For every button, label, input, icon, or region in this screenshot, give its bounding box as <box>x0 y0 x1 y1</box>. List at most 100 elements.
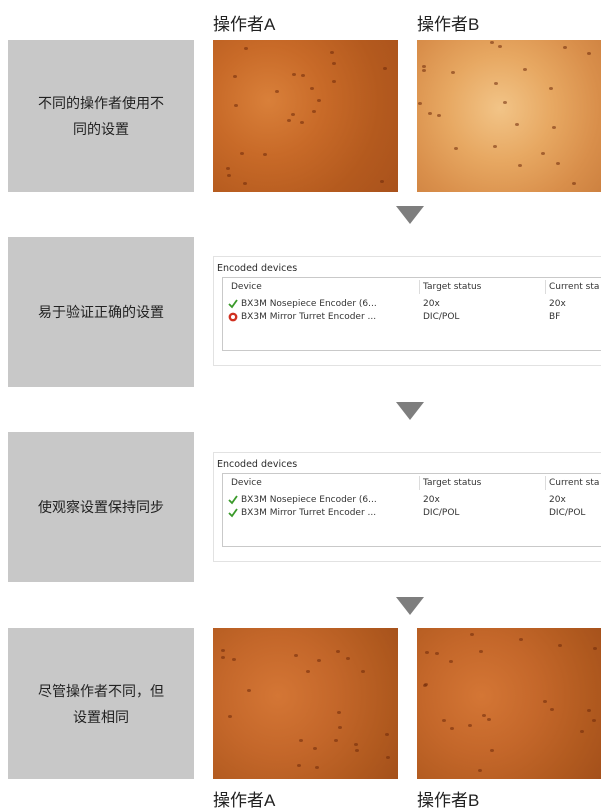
texture-speck <box>317 99 321 102</box>
texture-speck <box>503 101 507 104</box>
texture-speck <box>450 727 454 730</box>
texture-speck <box>383 67 387 70</box>
texture-speck <box>292 73 296 76</box>
device-table: Device Target status Current sta BX3M No… <box>222 277 601 351</box>
header-current-status: Current sta <box>549 478 600 488</box>
step-box-different-settings: 不同的操作者使用不 同的设置 <box>8 40 194 192</box>
step-box-verify-settings: 易于验证正确的设置 <box>8 237 194 387</box>
micrograph-operator-b-bottom <box>417 628 601 779</box>
micrograph-operator-a-bottom <box>213 628 398 779</box>
texture-speck <box>386 756 390 759</box>
micrograph-operator-b-top <box>417 40 601 192</box>
texture-speck <box>361 670 365 673</box>
operator-a-label-bottom: 操作者A <box>213 791 276 810</box>
step-1-text-line-2: 同的设置 <box>73 121 129 137</box>
encoded-devices-panel-synced: Encoded devices Device Target status Cur… <box>213 452 601 562</box>
texture-speck <box>300 121 304 124</box>
table-row[interactable]: BX3M Nosepiece Encoder (6... 20x 20x <box>223 299 601 312</box>
texture-speck <box>385 733 389 736</box>
down-arrow-icon <box>396 206 424 224</box>
table-row[interactable]: BX3M Mirror Turret Encoder ... DIC/POL B… <box>223 312 601 325</box>
texture-speck <box>593 647 597 650</box>
texture-speck <box>312 110 316 113</box>
texture-speck <box>490 749 494 752</box>
header-target-status: Target status <box>423 478 482 488</box>
texture-speck <box>556 162 560 165</box>
texture-speck <box>494 82 498 85</box>
table-row[interactable]: BX3M Mirror Turret Encoder ... DIC/POL D… <box>223 508 601 521</box>
texture-speck <box>240 152 244 155</box>
texture-speck <box>336 650 340 653</box>
texture-speck <box>451 71 455 74</box>
texture-speck <box>428 112 432 115</box>
texture-speck <box>515 123 519 126</box>
target-status: 20x <box>423 299 440 309</box>
current-status: DIC/POL <box>549 508 586 518</box>
texture-speck <box>493 145 497 148</box>
texture-speck <box>541 152 545 155</box>
check-icon <box>228 299 238 309</box>
table-row[interactable]: BX3M Nosepiece Encoder (6... 20x 20x <box>223 495 601 508</box>
texture-speck <box>226 167 230 170</box>
error-icon <box>228 312 238 322</box>
texture-speck <box>338 726 342 729</box>
texture-speck <box>487 718 491 721</box>
texture-speck <box>334 739 338 742</box>
texture-speck <box>552 126 556 129</box>
texture-speck <box>294 654 298 657</box>
texture-speck <box>291 113 295 116</box>
texture-speck <box>232 658 236 661</box>
step-3-text: 使观察设置保持同步 <box>38 499 164 515</box>
table-header: Device Target status Current sta <box>223 474 601 492</box>
texture-speck <box>587 709 591 712</box>
texture-speck <box>287 119 291 122</box>
texture-speck <box>313 747 317 750</box>
texture-speck <box>234 104 238 107</box>
panel-title: Encoded devices <box>217 263 298 274</box>
step-4-text-line-2: 设置相同 <box>73 708 129 725</box>
texture-speck <box>221 649 225 652</box>
texture-speck <box>275 90 279 93</box>
texture-speck <box>243 182 247 185</box>
step-box-same-settings: 尽管操作者不同，但 设置相同 <box>8 628 194 779</box>
texture-speck <box>519 638 523 641</box>
texture-speck <box>422 65 426 68</box>
texture-speck <box>543 700 547 703</box>
panel-title: Encoded devices <box>217 459 298 470</box>
texture-speck <box>330 51 334 54</box>
texture-speck <box>449 660 453 663</box>
texture-speck <box>297 764 301 767</box>
step-4-text-line-1: 尽管操作者不同，但 <box>38 682 164 699</box>
texture-speck <box>315 766 319 769</box>
table-header: Device Target status Current sta <box>223 278 601 296</box>
texture-speck <box>301 74 305 77</box>
step-1-text-line-1: 不同的操作者使用不 <box>38 95 164 111</box>
device-name: BX3M Nosepiece Encoder (6... <box>241 495 377 505</box>
texture-speck <box>482 714 486 717</box>
texture-speck <box>523 68 527 71</box>
target-status: 20x <box>423 495 440 505</box>
header-target-status: Target status <box>423 282 482 292</box>
operator-b-label-top: 操作者B <box>417 15 480 34</box>
target-status: DIC/POL <box>423 312 460 322</box>
texture-speck <box>228 715 232 718</box>
encoded-devices-panel-mismatch: Encoded devices Device Target status Cur… <box>213 256 601 366</box>
texture-speck <box>299 739 303 742</box>
operator-a-label-top: 操作者A <box>213 15 276 34</box>
texture-speck <box>332 62 336 65</box>
texture-speck <box>380 180 384 183</box>
texture-speck <box>317 659 321 662</box>
step-2-text: 易于验证正确的设置 <box>38 304 164 320</box>
texture-speck <box>490 41 494 44</box>
texture-speck <box>592 719 596 722</box>
texture-speck <box>478 769 482 772</box>
micrograph-operator-a-top <box>213 40 398 192</box>
texture-speck <box>587 52 591 55</box>
texture-speck <box>550 708 554 711</box>
texture-speck <box>332 80 336 83</box>
texture-speck <box>227 174 231 177</box>
texture-speck <box>470 633 474 636</box>
device-table: Device Target status Current sta BX3M No… <box>222 473 601 547</box>
texture-speck <box>247 689 251 692</box>
header-device: Device <box>231 478 262 488</box>
